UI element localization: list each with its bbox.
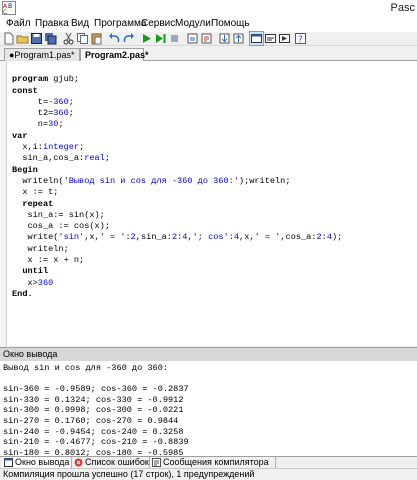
menu-edit[interactable]: Правка (35, 18, 69, 29)
tab-output-window-label: Окно вывода (15, 457, 70, 467)
output-line-7: sin-240 = -0.9454; cos-240 = 0.3258 (3, 426, 184, 437)
status-bar: Компиляция прошла успешно (17 строк), 1 … (0, 468, 417, 480)
tab-program2[interactable]: Program2.pas* (80, 48, 149, 62)
menu-help[interactable]: Помощь (211, 18, 250, 29)
tab-program2-label: Program2.pas* (85, 50, 149, 60)
output-text: Вывод sin и cos для -360 до 360: sin-360… (3, 363, 189, 456)
open-folder-icon[interactable] (16, 32, 29, 45)
run-icon[interactable] (140, 32, 153, 45)
menu-view[interactable]: Вид (71, 18, 89, 29)
output-window-header: Окно вывода (0, 347, 417, 361)
breakpoint-icon[interactable] (186, 32, 199, 45)
goto-cursor-icon[interactable] (278, 32, 291, 45)
save-all-icon[interactable] (44, 32, 57, 45)
toolbar: ? (0, 31, 417, 46)
output-window[interactable]: Вывод sin и cos для -360 до 360: sin-360… (0, 361, 417, 456)
tab-program1-label: ●Program1.pas* (9, 50, 75, 60)
output-line-6: sin-270 = 0.1760; cos-270 = 0.9844 (3, 415, 179, 426)
debug-run-icon[interactable] (154, 32, 167, 45)
watch-icon[interactable] (264, 32, 277, 45)
tab-compiler-messages-label: Сообщения компилятора (163, 457, 269, 467)
paste-icon[interactable] (90, 32, 103, 45)
output-line-8: sin-210 = -0.4677; cos-210 = -0.8839 (3, 437, 189, 448)
compiler-messages-icon (152, 458, 161, 467)
output-line-4: sin-330 = 0.1324; cos-330 = -0.9912 (3, 394, 184, 405)
new-file-icon[interactable] (2, 32, 15, 45)
svg-text:C: C (3, 9, 7, 15)
output-line-3: sin-360 = -0.9589; cos-360 = -0.2837 (3, 384, 189, 395)
error-list-icon (74, 458, 83, 467)
menu-service[interactable]: Сервис (141, 18, 175, 29)
step-over-icon[interactable] (200, 32, 213, 45)
step-out-icon[interactable] (232, 32, 245, 45)
help-icon[interactable]: ? (294, 32, 307, 45)
code-line-1: program (12, 74, 49, 85)
menu-program[interactable]: Программа (94, 18, 146, 29)
output-window-icon (4, 458, 13, 467)
redo-icon[interactable] (122, 32, 135, 45)
pascal-app-icon: A B C (2, 1, 16, 15)
editor-gutter[interactable] (0, 61, 7, 346)
save-icon[interactable] (30, 32, 43, 45)
code-line-2: const (12, 85, 38, 96)
window-title: Pasc (390, 2, 415, 14)
step-into-icon[interactable] (218, 32, 231, 45)
undo-icon[interactable] (108, 32, 121, 45)
output-line-9: sin-180 = 0.8012; cos-180 = -0.5985 (3, 447, 184, 456)
code-editor[interactable]: program gjub; const t=-360; t2=360; n=30… (0, 61, 417, 346)
svg-text:?: ? (298, 35, 303, 45)
stop-icon[interactable] (168, 32, 181, 45)
menu-bar: Файл Правка Вид Программа Сервис Модули … (0, 17, 417, 32)
menu-file[interactable]: Файл (6, 18, 31, 29)
cut-icon[interactable] (62, 32, 75, 45)
bottom-tabs: Окно вывода Список ошибок Сообщения комп… (0, 456, 417, 469)
tab-program1[interactable]: ●Program1.pas* (4, 48, 80, 61)
menu-modules[interactable]: Модули (175, 18, 211, 29)
editor-tabs: ●Program1.pas* Program2.pas* (0, 47, 417, 62)
toggle-output-icon[interactable] (249, 31, 264, 46)
svg-text:B: B (8, 3, 12, 10)
title-bar: A B C Pasc (0, 0, 417, 17)
output-line-1: Вывод sin и cos для -360 до 360: (3, 363, 169, 373)
tab-error-list-label: Список ошибок (85, 457, 149, 467)
output-line-5: sin-300 = 0.9998; cos-300 = -0.0221 (3, 405, 184, 416)
code-text[interactable]: program gjub; const t=-360; t2=360; n=30… (12, 63, 342, 300)
copy-icon[interactable] (76, 32, 89, 45)
